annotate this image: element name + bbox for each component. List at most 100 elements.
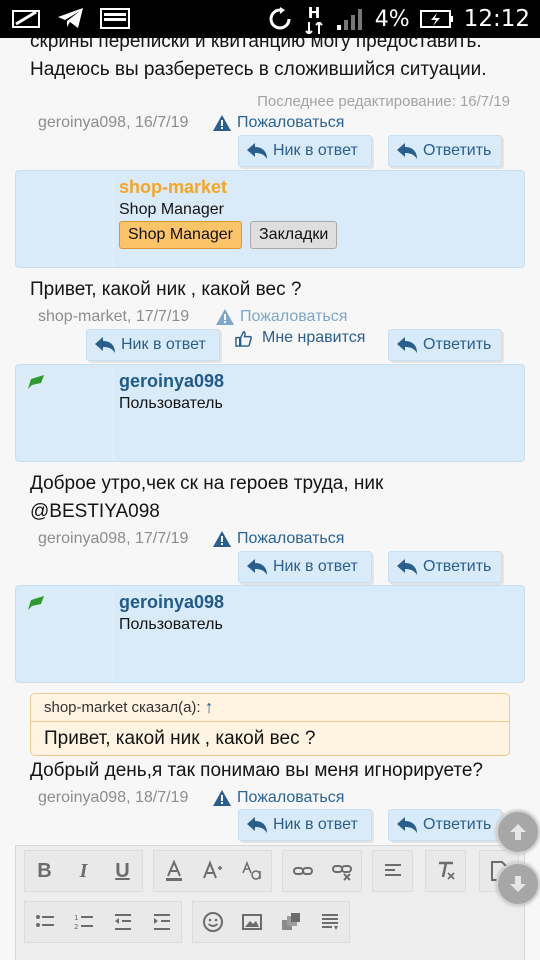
italic-button[interactable]: I bbox=[64, 851, 103, 891]
warning-icon bbox=[213, 790, 231, 806]
post-text: Привет, какой ник , какой вес ? bbox=[30, 279, 302, 300]
reply-arrow-icon bbox=[247, 559, 267, 575]
shop-manager-tag[interactable]: Shop Manager bbox=[119, 221, 242, 249]
author-block: shop-market Shop Manager Shop Manager За… bbox=[15, 170, 525, 268]
underline-button[interactable]: U bbox=[103, 851, 142, 891]
nick-reply-button[interactable]: Ник в ответ bbox=[86, 329, 220, 361]
arrow-up-icon bbox=[510, 824, 526, 840]
warning-icon bbox=[216, 309, 234, 325]
format-group: B I U bbox=[24, 850, 143, 892]
insert-link-button[interactable] bbox=[283, 851, 322, 891]
report-link[interactable]: Пожаловаться bbox=[213, 114, 344, 132]
image-icon bbox=[241, 914, 262, 930]
author-role: Shop Manager bbox=[119, 201, 224, 218]
bullet-list-icon bbox=[35, 915, 54, 927]
reply-arrow-icon bbox=[95, 337, 115, 353]
reply-button[interactable]: Ответить bbox=[388, 329, 502, 361]
reply-editor: B I U 1 2 bbox=[15, 845, 525, 960]
numbered-list-button[interactable]: 12 bbox=[64, 902, 103, 942]
post-meta[interactable]: shop-market, 17/7/19 bbox=[38, 308, 189, 326]
post-text-line: @BESTIYA098 bbox=[30, 501, 160, 522]
insert-block-button[interactable] bbox=[310, 902, 349, 942]
battery-percent: 4% bbox=[374, 6, 410, 32]
sync-icon bbox=[269, 7, 291, 30]
author-name[interactable]: shop-market bbox=[119, 177, 227, 198]
smilies-button[interactable] bbox=[193, 902, 232, 942]
indent-button[interactable] bbox=[142, 902, 181, 942]
battery-charging-icon bbox=[419, 10, 453, 28]
report-link[interactable]: Пожаловаться bbox=[216, 308, 347, 326]
nick-reply-button[interactable]: Ник в ответ bbox=[238, 135, 372, 167]
list-group: 12 bbox=[24, 901, 182, 943]
data-transfer-icon: H bbox=[305, 4, 325, 34]
clock: 12:12 bbox=[463, 6, 530, 32]
align-left-icon bbox=[384, 864, 401, 876]
reply-label: Ответить bbox=[423, 142, 492, 159]
align-group bbox=[372, 850, 413, 892]
insert-image-button[interactable] bbox=[232, 902, 271, 942]
quote-text: Привет, какой ник , какой вес ? bbox=[44, 728, 316, 749]
thread-content: скрины переписки и квитанцию могу предос… bbox=[0, 38, 540, 960]
nick-reply-label: Ник в ответ bbox=[121, 336, 206, 353]
post-meta[interactable]: geroinya098, 16/7/19 bbox=[38, 114, 188, 132]
new-member-leaf-icon bbox=[28, 375, 44, 389]
insert-block-icon bbox=[321, 914, 338, 930]
post-meta[interactable]: geroinya098, 17/7/19 bbox=[38, 530, 188, 548]
media-button[interactable] bbox=[271, 902, 310, 942]
avatar[interactable] bbox=[20, 369, 114, 461]
reply-arrow-icon bbox=[397, 817, 417, 833]
reply-arrow-icon bbox=[397, 337, 417, 353]
nick-reply-label: Ник в ответ bbox=[273, 816, 358, 833]
link-icon bbox=[292, 867, 313, 875]
author-name[interactable]: geroinya098 bbox=[119, 592, 224, 613]
outdent-button[interactable] bbox=[103, 902, 142, 942]
avatar[interactable] bbox=[20, 175, 114, 267]
smiley-icon bbox=[202, 912, 223, 932]
text-color-button[interactable] bbox=[154, 851, 193, 891]
scroll-up-button[interactable] bbox=[496, 810, 540, 854]
font-group bbox=[153, 850, 272, 892]
reply-button[interactable]: Ответить bbox=[388, 551, 502, 583]
insert-group bbox=[192, 901, 350, 943]
post-text: Добрый день,я так понимаю вы меня игнори… bbox=[30, 760, 484, 781]
avatar[interactable] bbox=[20, 590, 114, 682]
post-meta[interactable]: geroinya098, 18/7/19 bbox=[38, 789, 188, 807]
post-text-line: скрины переписки и квитанцию могу предос… bbox=[30, 38, 482, 52]
scroll-down-button[interactable] bbox=[496, 862, 540, 906]
report-link[interactable]: Пожаловаться bbox=[213, 789, 344, 807]
font-size-icon bbox=[202, 860, 222, 879]
reply-label: Ответить bbox=[423, 336, 492, 353]
like-button[interactable]: Мне нравится bbox=[235, 329, 365, 347]
status-bar: H 4% 12:12 bbox=[0, 0, 540, 38]
bullet-list-button[interactable] bbox=[25, 902, 64, 942]
arrow-down-icon bbox=[510, 876, 526, 892]
nick-reply-label: Ник в ответ bbox=[273, 558, 358, 575]
link-group bbox=[282, 850, 362, 892]
bold-button[interactable]: B bbox=[25, 851, 64, 891]
align-button[interactable] bbox=[373, 851, 412, 891]
remove-link-button[interactable] bbox=[322, 851, 361, 891]
author-block: geroinya098 Пользователь bbox=[15, 585, 525, 683]
nick-reply-button[interactable]: Ник в ответ bbox=[238, 551, 372, 583]
quote-jump-arrow[interactable]: ↑ bbox=[205, 697, 214, 718]
report-label: Пожаловаться bbox=[240, 308, 348, 325]
reply-button[interactable]: Ответить bbox=[388, 809, 502, 841]
nick-reply-button[interactable]: Ник в ответ bbox=[238, 809, 372, 841]
post-text-line: Надеюсь вы разберетесь в сложившийся сит… bbox=[30, 59, 487, 80]
warning-icon bbox=[213, 531, 231, 547]
font-size-button[interactable] bbox=[193, 851, 232, 891]
clear-format-button[interactable] bbox=[426, 851, 465, 891]
reply-arrow-icon bbox=[247, 143, 267, 159]
numbered-list-icon: 12 bbox=[74, 914, 93, 931]
report-label: Пожаловаться bbox=[237, 789, 345, 806]
svg-text:2: 2 bbox=[74, 923, 78, 931]
signal-icon bbox=[336, 9, 362, 30]
author-name[interactable]: geroinya098 bbox=[119, 371, 224, 392]
font-family-icon bbox=[241, 860, 261, 880]
reply-arrow-icon bbox=[397, 143, 417, 159]
reply-button[interactable]: Ответить bbox=[388, 135, 502, 167]
font-family-button[interactable] bbox=[232, 851, 271, 891]
report-link[interactable]: Пожаловаться bbox=[213, 530, 344, 548]
bookmarks-button[interactable]: Закладки bbox=[250, 221, 338, 249]
outdent-icon bbox=[114, 914, 131, 930]
